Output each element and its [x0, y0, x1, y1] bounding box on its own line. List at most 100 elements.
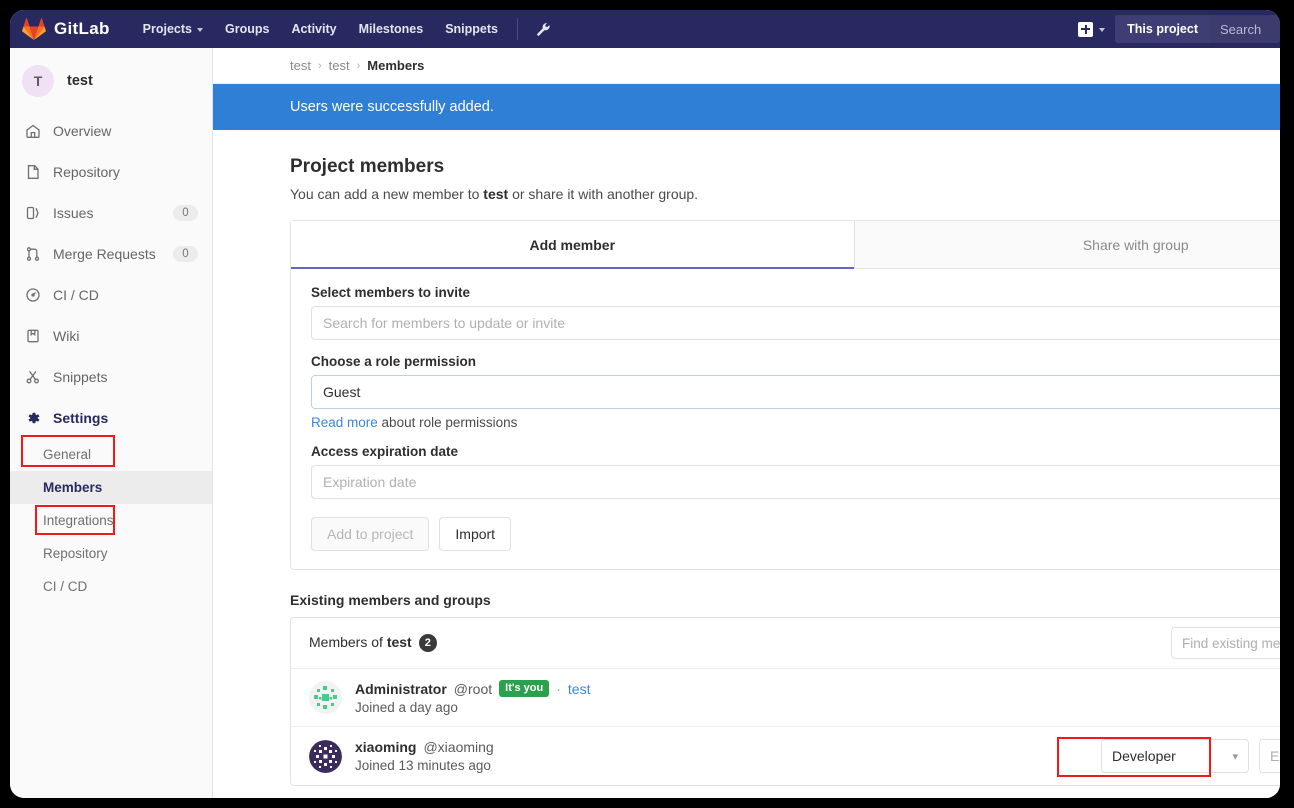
- tab-add-member[interactable]: Add member: [291, 221, 855, 269]
- member-name: Administrator: [355, 680, 447, 697]
- browser-viewport: GitLab Projects Groups Activity Mileston…: [10, 10, 1280, 798]
- screenshot-frame: GitLab Projects Groups Activity Mileston…: [0, 0, 1294, 808]
- member-source-link[interactable]: test: [568, 681, 591, 697]
- panel-tabs: Add member Share with group: [291, 221, 1280, 269]
- chevron-down-icon: [196, 27, 203, 32]
- member-name: xiaoming: [355, 739, 417, 755]
- member-info: xiaoming @xiaoming Joined 13 minutes ago: [355, 739, 494, 773]
- sidebar-item-issues[interactable]: Issues 0: [10, 192, 212, 233]
- success-alert-message: Users were successfully added.: [290, 99, 494, 115]
- new-dropdown-button[interactable]: [1068, 21, 1115, 37]
- sidebar-item-snippets[interactable]: Snippets: [10, 356, 212, 397]
- members-of-project: test: [386, 633, 412, 650]
- member-info: Administrator @root It's you · test Join…: [355, 679, 591, 716]
- find-members-input[interactable]: Find existing members by name: [1171, 627, 1280, 659]
- sidebar-subitem-integrations[interactable]: Integrations: [10, 504, 212, 537]
- gitlab-brand[interactable]: GitLab: [22, 17, 110, 41]
- nav-link-groups[interactable]: Groups: [214, 10, 280, 48]
- find-members-placeholder: Find existing members by name: [1182, 635, 1280, 651]
- success-alert: Users were successfully added.: [213, 84, 1280, 130]
- nav-link-milestones[interactable]: Milestones: [348, 10, 435, 48]
- role-read-more: Read more about role permissions: [311, 415, 1280, 430]
- identicon-purple: [309, 739, 342, 773]
- content-container: Project members You can add a new member…: [213, 130, 1280, 786]
- sidebar-item-merge-requests[interactable]: Merge Requests 0: [10, 233, 212, 274]
- sidebar-item-wiki-label: Wiki: [53, 327, 80, 344]
- import-button[interactable]: Import: [439, 517, 512, 551]
- sidebar-item-settings-label: Settings: [53, 409, 109, 426]
- breadcrumb-item-1[interactable]: test: [329, 58, 350, 73]
- breadcrumb-separator: ›: [356, 59, 361, 72]
- nav-link-projects[interactable]: Projects: [132, 10, 214, 48]
- sidebar-item-overview[interactable]: Overview: [10, 110, 212, 151]
- issues-count-badge: 0: [173, 204, 198, 221]
- sidebar-item-repository-label: Repository: [53, 163, 120, 180]
- existing-members-card: Members of test 2 Find existing members b…: [290, 617, 1280, 786]
- avatar-identicon-xiaoming: [309, 739, 342, 773]
- expiration-label: Access expiration date: [311, 444, 459, 459]
- select-members-label: Select members to invite: [311, 285, 471, 300]
- page-subtitle-project: test: [483, 186, 509, 202]
- role-permission-select[interactable]: Guest: [311, 375, 1280, 409]
- gitlab-fox-logo: [22, 18, 46, 40]
- select-members-input[interactable]: Search for members to update or invite: [311, 306, 1280, 340]
- sidebar-item-wiki[interactable]: Wiki: [10, 315, 212, 356]
- breadcrumb: test › test › Members: [213, 48, 1280, 84]
- document-icon: [24, 163, 41, 180]
- expiration-date-input[interactable]: Expiration date: [311, 465, 1280, 499]
- nav-link-snippets[interactable]: Snippets: [434, 10, 509, 48]
- navbar-divider: [517, 18, 518, 40]
- tab-share-with-group[interactable]: Share with group: [854, 221, 1280, 268]
- role-dropdown[interactable]: Developer ▾: [1101, 739, 1249, 773]
- navbar-links: Projects Groups Activity Milestones Snip…: [132, 10, 559, 48]
- member-separator: ·: [556, 680, 561, 697]
- sidebar-item-settings[interactable]: Settings: [10, 397, 212, 438]
- project-sidebar: T test Overview Repository Issues 0 Merg…: [10, 48, 213, 798]
- sidebar-item-overview-label: Overview: [53, 122, 112, 139]
- breadcrumb-separator: ›: [317, 59, 322, 72]
- identicon-green: [309, 681, 342, 714]
- sidebar-subitem-ci-cd[interactable]: CI / CD: [10, 570, 212, 603]
- merge-requests-count-badge: 0: [173, 245, 198, 262]
- breadcrumb-current: Members: [367, 58, 425, 73]
- form-buttons: Add to project Import: [311, 517, 1280, 551]
- wrench-glyph: [537, 22, 550, 36]
- book-icon: [24, 327, 41, 344]
- plus-square-icon: [1078, 21, 1094, 37]
- sidebar-project-header[interactable]: T test: [10, 56, 212, 110]
- rocket-icon: [24, 286, 41, 303]
- member-expiration-input[interactable]: Expiration date: [1259, 739, 1280, 773]
- issues-icon: [24, 204, 41, 221]
- sidebar-subitem-members[interactable]: Members: [10, 471, 212, 504]
- breadcrumb-item-0[interactable]: test: [290, 58, 311, 73]
- scope-this-project-button[interactable]: This project: [1115, 15, 1210, 43]
- sidebar-subitem-general[interactable]: General: [10, 438, 212, 471]
- add-to-project-button[interactable]: Add to project: [311, 517, 430, 551]
- sidebar-subitem-repository[interactable]: Repository: [10, 537, 212, 570]
- member-identity: Administrator @root It's you · test: [355, 679, 591, 698]
- members-card-header: Members of test 2 Find existing members b…: [291, 618, 1280, 669]
- chevron-down-icon: ▾: [1232, 750, 1238, 763]
- add-member-panel: Add member Share with group Select membe…: [290, 220, 1280, 570]
- read-more-rest: about role permissions: [377, 415, 518, 430]
- sidebar-item-repository[interactable]: Repository: [10, 151, 212, 192]
- scissors-icon: [24, 368, 41, 385]
- member-joined: Joined a day ago: [355, 700, 458, 716]
- global-search-input[interactable]: Search: [1210, 15, 1280, 43]
- sidebar-item-issues-label: Issues: [53, 204, 94, 221]
- member-handle: @root: [453, 680, 493, 697]
- page-subtitle: You can add a new member to test or shar…: [290, 186, 1280, 202]
- members-of-prefix: Members of: [309, 633, 387, 650]
- page-subtitle-pre: You can add a new member to: [290, 186, 484, 202]
- read-more-link[interactable]: Read more: [311, 415, 378, 430]
- sidebar-item-ci-cd[interactable]: CI / CD: [10, 274, 212, 315]
- member-identity: xiaoming @xiaoming: [355, 739, 494, 755]
- merge-request-icon: [24, 245, 41, 262]
- avatar-identicon-administrator: [309, 681, 342, 714]
- its-you-badge: It's you: [499, 679, 550, 698]
- main-content: test › test › Members Users were success…: [213, 48, 1280, 798]
- nav-link-activity[interactable]: Activity: [280, 10, 347, 48]
- page-subtitle-post: or share it with another group.: [508, 186, 699, 202]
- table-row: xiaoming @xiaoming Joined 13 minutes ago…: [291, 727, 1280, 785]
- wrench-icon[interactable]: [528, 22, 559, 37]
